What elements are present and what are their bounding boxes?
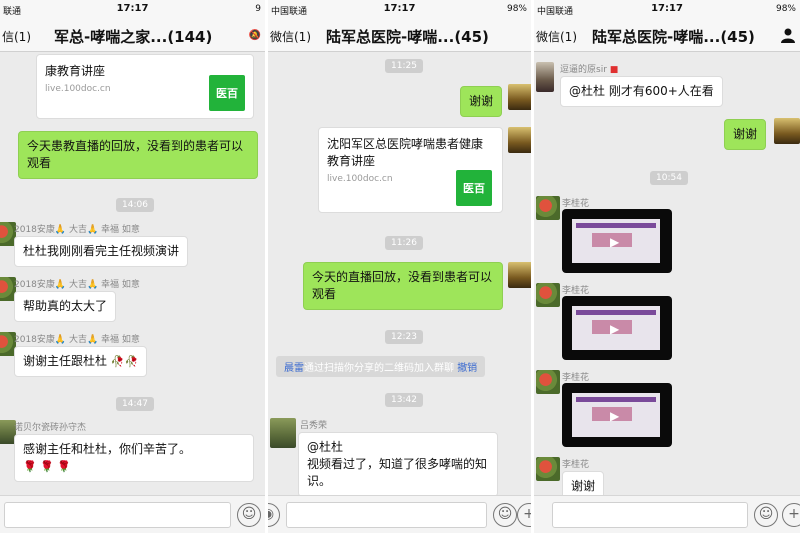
system-user-link[interactable]: 晨雷 bbox=[284, 363, 304, 374]
clock: 17:17 bbox=[651, 3, 683, 14]
avatar[interactable] bbox=[536, 457, 560, 481]
message-input[interactable] bbox=[552, 502, 748, 528]
message-text: 谢谢主任跟杜杜 bbox=[23, 354, 108, 368]
sender-name: 2018安康🙏 大吉🙏 幸福 如意 bbox=[14, 225, 140, 235]
message-bubble[interactable]: @杜杜 刚才有600+人在看 bbox=[560, 76, 723, 107]
sender-name: 李桂花 bbox=[562, 199, 590, 209]
message-bubble[interactable]: @杜杜 视频看过了，知道了很多哮喘的知识。 bbox=[298, 432, 498, 497]
message-bubble[interactable]: 感谢主任和杜杜，你们辛苦了。 🌹 🌹 🌹 bbox=[14, 434, 254, 482]
input-bar: ☺ + bbox=[534, 495, 800, 533]
chat-panel-2: 中国联通 17:17 98% 微信(1) 陆军总医院-哮喘...(45) 11:… bbox=[268, 0, 531, 533]
message-bubble-sent[interactable]: 谢谢 bbox=[460, 86, 503, 117]
avatar[interactable] bbox=[536, 370, 560, 394]
input-bar: ☺ bbox=[0, 495, 265, 533]
sender-name: 李桂花 bbox=[562, 286, 590, 296]
message-bubble-sent[interactable]: 谢谢 bbox=[724, 119, 767, 150]
sender-name: 2018安康🙏 大吉🙏 幸福 如意 bbox=[14, 335, 140, 345]
card-logo: 医百 bbox=[456, 170, 492, 206]
message-bubble-sent[interactable]: 今天患教直播的回放，没看到的患者可以观看 bbox=[18, 131, 258, 179]
avatar[interactable] bbox=[536, 196, 560, 220]
battery-label: 9 bbox=[255, 4, 261, 14]
emoji-button-icon[interactable]: ☺ bbox=[237, 503, 261, 527]
play-icon: ▶ bbox=[610, 235, 620, 249]
back-button[interactable]: 微信(1) bbox=[536, 28, 577, 45]
clock: 17:17 bbox=[116, 3, 149, 14]
system-message: 晨雷通过扫描你分享的二维码加入群聊 撤销 bbox=[276, 356, 486, 377]
avatar[interactable] bbox=[508, 84, 531, 110]
sender-name: 李桂花 bbox=[562, 373, 590, 383]
avatar[interactable] bbox=[774, 118, 800, 144]
chat-title: 军总-哮喘之家...(144) bbox=[54, 28, 213, 46]
undo-link[interactable]: 撤销 bbox=[457, 363, 477, 374]
plus-button-icon[interactable]: + bbox=[782, 503, 800, 527]
chat-panel-1: 联通 17:17 9 信(1) 军总-哮喘之家...(144) 🔕 康教育讲座 … bbox=[0, 0, 265, 533]
rose-emoji-icon: 🌹 🌹 🌹 bbox=[23, 460, 72, 473]
timestamp: 14:06 bbox=[116, 198, 154, 212]
card-logo: 医百 bbox=[209, 75, 245, 111]
message-bubble[interactable]: 杜杜我刚刚看完主任视频演讲 bbox=[14, 236, 189, 267]
message-input[interactable] bbox=[4, 502, 231, 528]
sender-name: 诺贝尔瓷砖孙守杰 bbox=[14, 423, 87, 433]
input-bar: ◉ ☺ + bbox=[268, 495, 531, 533]
status-bar: 中国联通 17:17 98% bbox=[268, 0, 531, 20]
message-bubble[interactable]: 帮助真的太大了 bbox=[14, 291, 117, 322]
play-icon: ▶ bbox=[610, 322, 620, 336]
timestamp: 13:42 bbox=[385, 393, 423, 407]
back-button[interactable]: 微信(1) bbox=[270, 28, 311, 45]
flag-emoji-icon: ■ bbox=[609, 65, 619, 75]
back-button[interactable]: 信(1) bbox=[2, 28, 31, 45]
sender-name: 吕秀荣 bbox=[300, 421, 328, 431]
play-icon: ▶ bbox=[610, 409, 620, 423]
emoji-icon: 🥀🥀 bbox=[110, 355, 139, 368]
message-bubble-sent[interactable]: 今天的直播回放，没看到患者可以观看 bbox=[303, 262, 503, 310]
nav-bar: 信(1) 军总-哮喘之家...(144) 🔕 bbox=[0, 20, 265, 52]
message-text: 感谢主任和杜杜，你们辛苦了。 bbox=[23, 442, 192, 456]
voice-button-icon[interactable]: ◉ bbox=[268, 503, 280, 527]
timestamp: 11:25 bbox=[385, 59, 423, 73]
video-message[interactable]: ▶ bbox=[562, 296, 672, 360]
link-card[interactable]: 沈阳军区总医院哮喘患者健康教育讲座 live.100doc.cn 医百 bbox=[318, 127, 503, 213]
system-text: 通过扫描你分享的二维码加入群聊 bbox=[304, 363, 454, 374]
sender-name: 李桂花 bbox=[562, 460, 590, 470]
timestamp: 11:26 bbox=[385, 236, 423, 250]
link-card[interactable]: 康教育讲座 live.100doc.cn 医百 bbox=[36, 54, 254, 119]
card-title: 沈阳军区总医院哮喘患者健康教育讲座 bbox=[327, 137, 484, 168]
nav-bar: 微信(1) 陆军总医院-哮喘...(45) bbox=[534, 20, 800, 52]
sender-name: 2018安康🙏 大吉🙏 幸福 如意 bbox=[14, 280, 140, 290]
chat-title: 陆军总医院-哮喘...(45) bbox=[326, 28, 489, 46]
avatar[interactable] bbox=[508, 127, 531, 153]
sender-name: 逗逼的原sir ■ bbox=[560, 65, 619, 75]
status-bar: 中国联通 17:17 98% bbox=[534, 0, 800, 20]
timestamp: 12:23 bbox=[385, 330, 423, 344]
chat-panel-3: 中国联通 17:17 98% 微信(1) 陆军总医院-哮喘...(45) 逗逼的… bbox=[534, 0, 800, 533]
clock: 17:17 bbox=[383, 3, 416, 14]
avatar[interactable] bbox=[270, 418, 296, 448]
timestamp: 10:54 bbox=[650, 171, 688, 185]
plus-button-icon[interactable]: + bbox=[517, 503, 531, 527]
timestamp: 14:47 bbox=[116, 397, 154, 411]
emoji-button-icon[interactable]: ☺ bbox=[493, 503, 517, 527]
battery-label: 98% bbox=[506, 4, 527, 14]
message-bubble[interactable]: 谢谢主任跟杜杜 🥀🥀 bbox=[14, 346, 148, 377]
video-message[interactable]: ▶ bbox=[562, 209, 672, 273]
message-input[interactable] bbox=[286, 502, 487, 528]
mute-icon: 🔕 bbox=[248, 30, 261, 41]
avatar[interactable] bbox=[536, 283, 560, 307]
video-message[interactable]: ▶ bbox=[562, 383, 672, 447]
group-info-icon[interactable] bbox=[780, 27, 796, 43]
nav-bar: 微信(1) 陆军总医院-哮喘...(45) bbox=[268, 20, 531, 52]
avatar[interactable] bbox=[508, 262, 531, 288]
battery-label: 98% bbox=[775, 4, 796, 14]
emoji-button-icon[interactable]: ☺ bbox=[754, 503, 778, 527]
avatar[interactable] bbox=[536, 62, 554, 92]
status-bar: 联通 17:17 9 bbox=[0, 0, 265, 20]
chat-title: 陆军总医院-哮喘...(45) bbox=[592, 28, 755, 46]
